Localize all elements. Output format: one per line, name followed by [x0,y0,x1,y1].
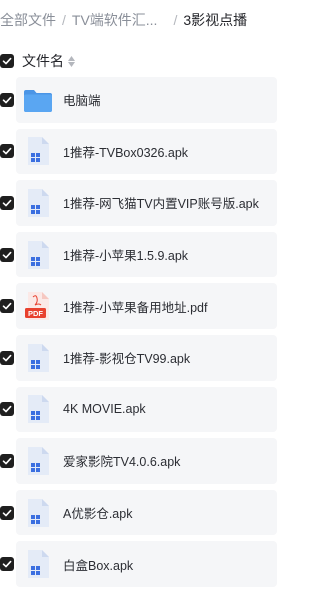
file-list: 电脑端 1推荐-TVBox0326.apk 1推荐-网飞猫TV内置VIP账号版.ap… [0,74,277,590]
file-checkbox[interactable] [0,247,14,262]
file-row[interactable]: 1推荐-网飞猫TV内置VIP账号版.apk [0,177,277,229]
file-row-background [16,541,277,587]
file-row[interactable]: PDF 1推荐-小苹果备用地址.pdf [0,280,277,332]
file-row[interactable]: 电脑端 [0,74,277,126]
breadcrumb-separator: / [62,12,66,28]
apk-file-icon [23,549,53,579]
file-checkbox[interactable] [0,144,14,159]
select-all-checkbox[interactable] [0,54,14,68]
apk-file-icon [23,343,53,373]
file-checkbox[interactable] [0,195,14,210]
apk-file-icon [23,136,53,166]
file-row-background [16,77,277,123]
file-name[interactable]: 1推荐-TVBox0326.apk [63,142,188,161]
file-name[interactable]: A优影仓.apk [63,503,132,522]
column-header-filename[interactable]: 文件名 [22,51,64,71]
file-checkbox[interactable] [0,402,14,417]
file-name[interactable]: 1推荐-小苹果1.5.9.apk [63,245,188,264]
file-name[interactable]: 1推荐-网飞猫TV内置VIP账号版.apk [63,193,259,212]
file-name[interactable]: 4K MOVIE.apk [63,402,146,416]
file-row[interactable]: 1推荐-TVBox0326.apk [0,126,277,178]
file-name[interactable]: 白盒Box.apk [63,555,133,574]
list-header: 文件名 [0,46,277,76]
file-row[interactable]: 爱家影院TV4.0.6.apk [0,435,277,487]
breadcrumb-item-all-files[interactable]: 全部文件 [0,10,56,30]
file-checkbox[interactable] [0,505,14,520]
breadcrumb: 全部文件 / TV端软件汇... / 3影视点播 [0,0,277,40]
apk-file-icon [23,240,53,270]
file-row[interactable]: 1推荐-影视仓TV99.apk [0,332,277,384]
breadcrumb-separator: / [173,12,178,28]
sort-icon[interactable] [68,55,75,67]
svg-text:PDF: PDF [28,309,43,318]
pdf-file-icon: PDF [23,291,53,321]
file-checkbox[interactable] [0,299,14,314]
file-name[interactable]: 1推荐-影视仓TV99.apk [63,348,190,367]
apk-file-icon [23,188,53,218]
file-row[interactable]: 4K MOVIE.apk [0,384,277,436]
file-row[interactable]: 白盒Box.apk [0,538,277,590]
file-checkbox[interactable] [0,92,14,107]
file-row[interactable]: A优影仓.apk [0,487,277,539]
file-row[interactable]: 1推荐-小苹果1.5.9.apk [0,229,277,281]
file-checkbox[interactable] [0,350,14,365]
apk-file-icon [23,394,53,424]
file-name[interactable]: 1推荐-小苹果备用地址.pdf [63,297,207,316]
breadcrumb-item-current: 3影视点播 [183,12,248,28]
file-name[interactable]: 电脑端 [63,90,101,109]
apk-file-icon [23,446,53,476]
breadcrumb-item-tv-software[interactable]: TV端软件汇... [72,10,158,30]
file-name[interactable]: 爱家影院TV4.0.6.apk [63,451,180,470]
file-row-background [16,386,277,433]
apk-file-icon [23,498,53,528]
file-row-background [16,489,277,536]
file-checkbox[interactable] [0,453,14,468]
file-checkbox[interactable] [0,557,14,572]
folder-icon [23,85,53,115]
